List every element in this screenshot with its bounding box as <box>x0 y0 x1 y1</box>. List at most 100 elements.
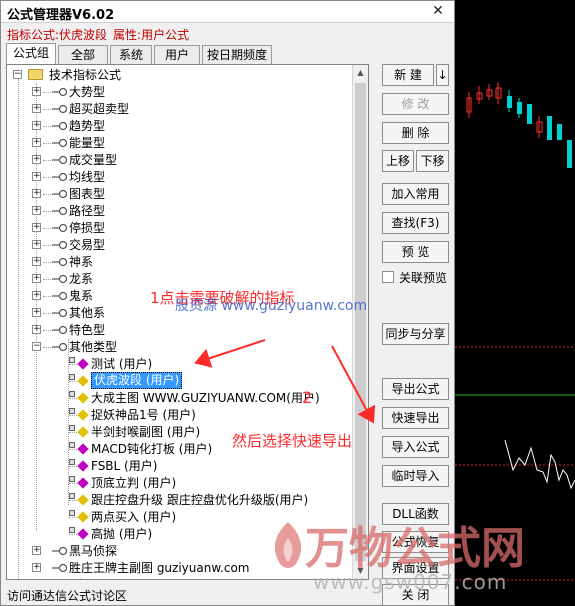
key-icon <box>52 223 67 233</box>
tree-category-item[interactable]: − 其他类型 <box>7 339 347 355</box>
tab-formula-group[interactable]: 公式组 <box>6 43 56 65</box>
expand-icon[interactable]: + <box>32 87 41 96</box>
formula-item[interactable]: 大成主图 WWW.GUZIYUANW.COM(用户) <box>7 390 347 406</box>
scroll-thumb[interactable] <box>355 83 366 561</box>
formula-item[interactable]: 捉妖神品1号 (用户) <box>7 407 347 423</box>
expand-icon[interactable]: + <box>32 189 41 198</box>
key-icon <box>52 563 67 573</box>
lock-icon <box>69 357 75 363</box>
expand-icon[interactable]: + <box>32 308 41 317</box>
tree-connector <box>69 432 77 433</box>
formula-item[interactable]: 顶底立判 (用户) <box>7 475 347 491</box>
formula-label: 测试 (用户) <box>91 357 153 371</box>
collapse-icon[interactable]: − <box>32 342 41 351</box>
key-icon <box>52 291 67 301</box>
expand-icon[interactable]: + <box>32 223 41 232</box>
move-down-button[interactable]: 下移 <box>416 150 449 172</box>
tree-node-label: 能量型 <box>69 136 106 150</box>
formula-item[interactable]: FSBL (用户) <box>7 458 347 474</box>
tree-category-item[interactable]: + 超买超卖型 <box>7 101 347 117</box>
expand-icon[interactable]: + <box>32 274 41 283</box>
tree-node-label: 大势型 <box>69 85 106 99</box>
tab-by-date-frequency[interactable]: 按日期频度 <box>202 45 272 65</box>
expand-icon[interactable]: + <box>32 104 41 113</box>
find-button[interactable]: 查找(F3) <box>382 212 449 234</box>
sync-share-button[interactable]: 同步与分享 <box>382 323 449 345</box>
tree-node-root[interactable]: − 技术指标公式 <box>7 67 347 83</box>
temp-import-button[interactable]: 临时导入 <box>382 465 449 487</box>
lock-icon <box>69 493 75 499</box>
expand-icon[interactable]: + <box>32 138 41 147</box>
tree-category-item[interactable]: + 大势型 <box>7 84 347 100</box>
tab-user[interactable]: 用户 <box>154 45 200 65</box>
tab-all[interactable]: 全部 <box>58 45 108 65</box>
import-formula-button[interactable]: 导入公式 <box>382 436 449 458</box>
expand-icon[interactable]: + <box>32 240 41 249</box>
formula-diamond-icon <box>77 409 89 421</box>
lock-icon <box>69 374 75 380</box>
formula-label: 捉妖神品1号 (用户) <box>91 408 196 422</box>
key-icon <box>52 189 67 199</box>
tree-node-label: 趋势型 <box>69 119 106 133</box>
formula-item[interactable]: 测试 (用户) <box>7 356 347 372</box>
tree-node-label: 其他系 <box>69 306 106 320</box>
forum-link[interactable]: 访问通达信公式讨论区 <box>7 587 127 604</box>
expand-icon[interactable]: + <box>32 563 41 572</box>
modify-button[interactable]: 修 改 <box>382 93 449 115</box>
expand-icon[interactable]: + <box>32 155 41 164</box>
tree-category-item[interactable]: + 成交量型 <box>7 152 347 168</box>
tree-scrollbar[interactable]: ▲ ▼ <box>352 65 368 579</box>
expand-icon[interactable]: + <box>32 291 41 300</box>
formula-item[interactable]: 跟庄控盘升级 跟庄控盘优化升级版(用户) <box>7 492 347 508</box>
export-formula-button[interactable]: 导出公式 <box>382 378 449 400</box>
key-icon <box>52 308 67 318</box>
tree-category-item[interactable]: + 神系 <box>7 254 347 270</box>
lock-icon <box>69 527 75 533</box>
add-common-button[interactable]: 加入常用 <box>382 183 449 205</box>
new-button[interactable]: 新 建 <box>382 64 434 86</box>
tree-category-item[interactable]: + 停损型 <box>7 220 347 236</box>
folder-icon <box>28 579 43 580</box>
tree-category-item[interactable]: + 特色型 <box>7 322 347 338</box>
formula-tree[interactable]: − 技术指标公式 + 大势型 + 超买超卖型 + 趋势型 + 能量型 + 成交量型 + 均线型 + 图表型… <box>6 64 369 580</box>
tree-node-label: 图表型 <box>69 187 106 201</box>
tree-connector <box>43 211 51 212</box>
expand-icon[interactable]: + <box>32 325 41 334</box>
preview-button[interactable]: 预 览 <box>382 241 449 263</box>
quick-export-button[interactable]: 快速导出 <box>382 407 449 429</box>
folder-icon <box>28 69 43 80</box>
formula-item[interactable]: 伏虎波段 (用户) <box>7 372 347 389</box>
tree-category-item[interactable]: + 图表型 <box>7 186 347 202</box>
tree-connector <box>43 92 51 93</box>
expand-icon[interactable]: + <box>32 206 41 215</box>
tree-category-item[interactable]: + 路径型 <box>7 203 347 219</box>
tree-node-label: 停损型 <box>69 221 106 235</box>
tree-connector <box>43 228 51 229</box>
expand-icon[interactable]: + <box>32 257 41 266</box>
checkbox-box[interactable] <box>382 271 394 283</box>
expand-icon[interactable]: + <box>32 121 41 130</box>
tree-category-item[interactable]: + 能量型 <box>7 135 347 151</box>
tab-system[interactable]: 系统 <box>110 45 152 65</box>
tree-node-label: 超买超卖型 <box>69 102 130 116</box>
tree-node-label: 均线型 <box>69 170 106 184</box>
formula-diamond-icon <box>77 460 89 472</box>
scroll-up-icon[interactable]: ▲ <box>353 65 368 81</box>
expand-icon[interactable]: + <box>32 546 41 555</box>
tree-connector <box>43 194 51 195</box>
formula-info-bar: 指标公式:伏虎波段 属性:用户公式 <box>7 26 195 43</box>
close-icon[interactable]: ✕ <box>428 2 448 20</box>
annotation-step2: 然后选择快速导出 <box>232 432 353 450</box>
collapse-icon[interactable]: − <box>13 70 22 79</box>
tree-node-label: 路径型 <box>69 204 106 218</box>
new-dropdown-arrow-icon[interactable]: ↓ <box>436 64 449 86</box>
tree-category-item[interactable]: + 交易型 <box>7 237 347 253</box>
delete-button[interactable]: 删 除 <box>382 122 449 144</box>
tree-category-item[interactable]: + 龙系 <box>7 271 347 287</box>
tree-category-item[interactable]: + 趋势型 <box>7 118 347 134</box>
move-up-button[interactable]: 上移 <box>382 150 414 172</box>
candle <box>547 116 552 140</box>
expand-icon[interactable]: + <box>32 172 41 181</box>
formula-diamond-icon <box>77 511 89 523</box>
tree-category-item[interactable]: + 均线型 <box>7 169 347 185</box>
